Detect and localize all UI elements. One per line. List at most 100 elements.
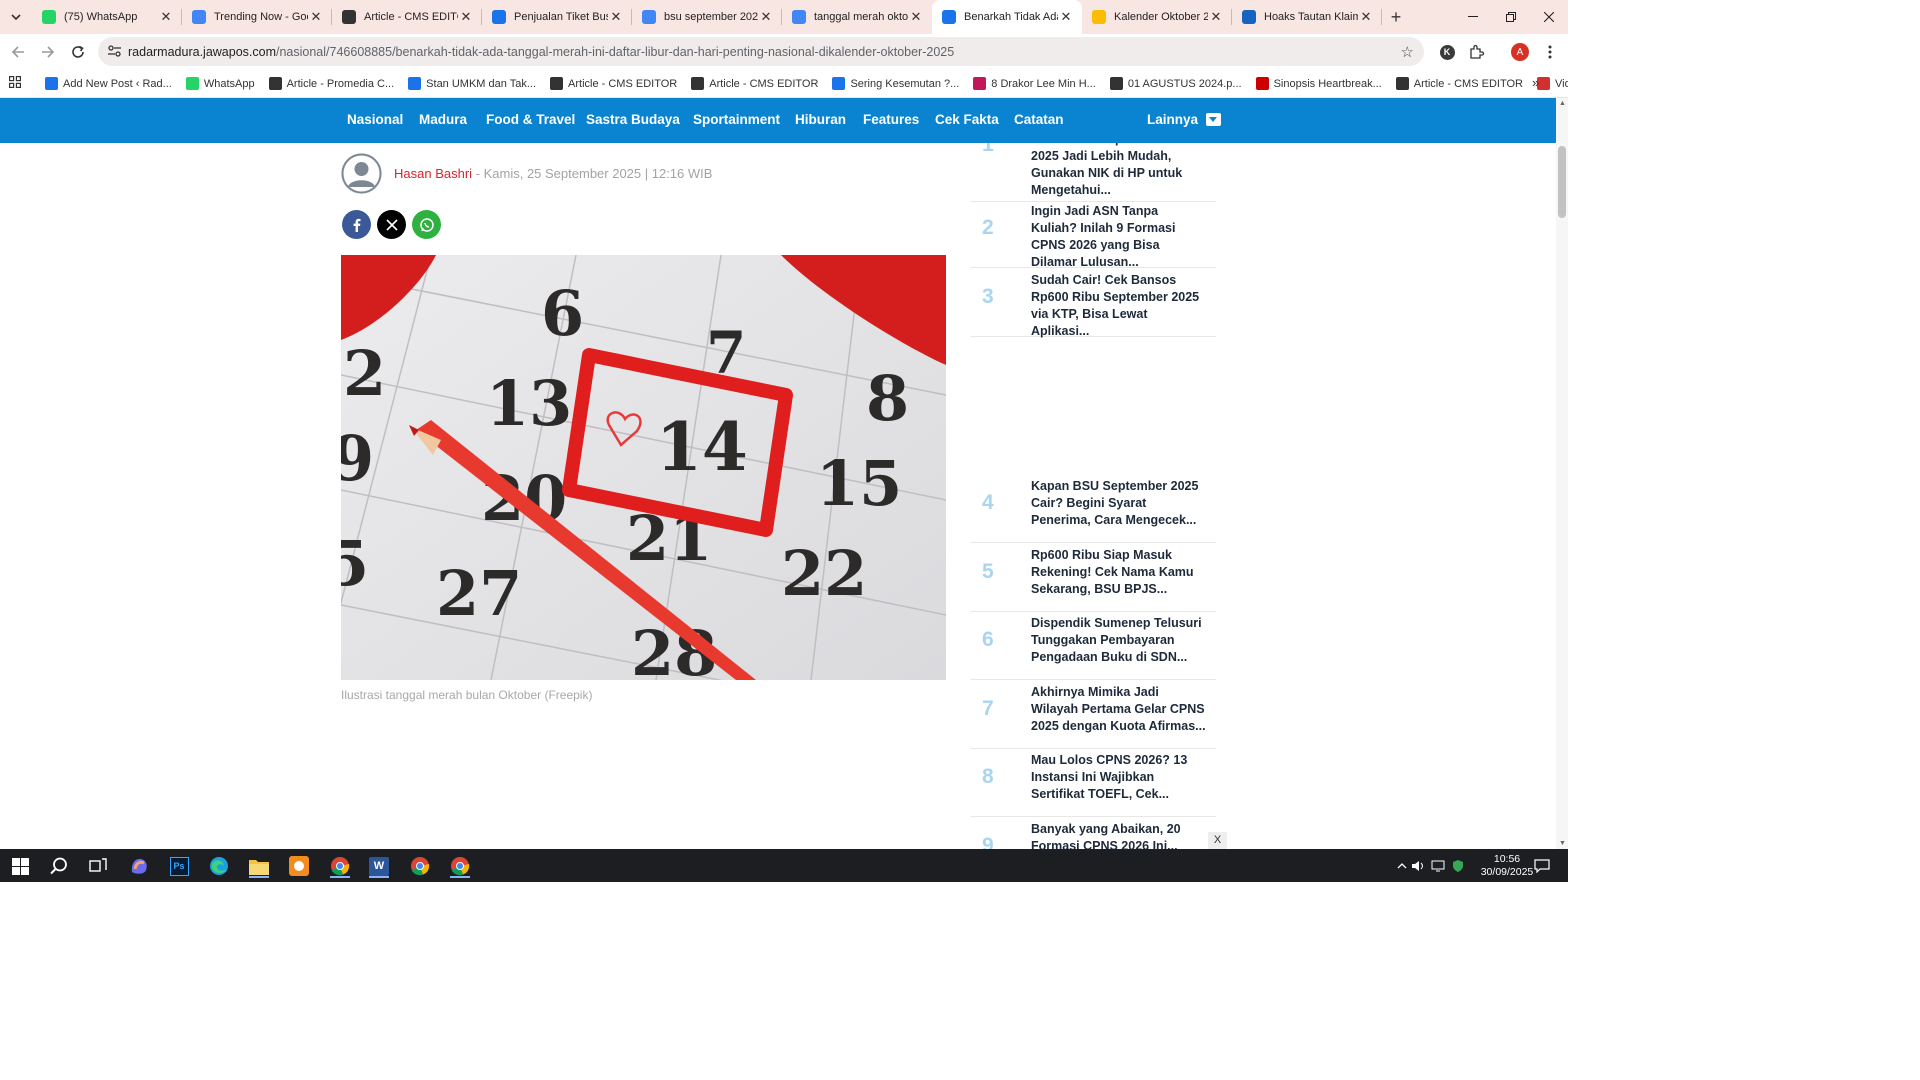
scrollbar-thumb[interactable]: [1558, 146, 1566, 218]
back-icon[interactable]: [3, 37, 33, 67]
close-tab-icon[interactable]: ✕: [158, 9, 174, 25]
photoshop-icon[interactable]: Ps: [167, 854, 191, 878]
popular-headline[interactable]: Banyak yang Abaikan, 20 Formasi CPNS 202…: [1031, 821, 1206, 849]
scroll-down-icon[interactable]: ▼: [1559, 840, 1566, 847]
bookmark-item[interactable]: 8 Drakor Lee Min H...: [973, 77, 1096, 90]
bookmark-item[interactable]: Article - CMS EDITOR: [691, 77, 818, 90]
nav-nasional[interactable]: Nasional: [347, 112, 403, 127]
chrome-icon[interactable]: [408, 854, 432, 878]
system-clock[interactable]: 10:56 30/09/2025: [1480, 853, 1534, 879]
close-tab-icon[interactable]: ✕: [608, 9, 624, 25]
close-tab-icon[interactable]: ✕: [908, 9, 924, 25]
apps-grid-icon[interactable]: [9, 76, 22, 91]
popular-headline[interactable]: Akhirnya Mimika Jadi Wilayah Pertama Gel…: [1031, 684, 1206, 735]
search-icon[interactable]: [47, 854, 71, 878]
bookmark-item[interactable]: Article - Promedia C...: [268, 77, 394, 90]
bookmark-item[interactable]: Add New Post ‹ Rad...: [45, 77, 172, 90]
extensions-puzzle-icon[interactable]: [1463, 34, 1491, 70]
popular-headline[interactable]: Rp600 Ribu Siap Masuk Rekening! Cek Nama…: [1031, 547, 1206, 598]
browser-tab[interactable]: tanggal merah oktob ✕: [782, 0, 932, 34]
bookmark-item[interactable]: Video Viral Erin Bug...: [1536, 77, 1568, 90]
popular-headline[interactable]: Cek Bansos Rp. 600 Ribu 2025 Jadi Lebih …: [1031, 143, 1206, 199]
nav-cek-fakta[interactable]: Cek Fakta: [935, 112, 999, 127]
popular-list-item[interactable]: 1 Cek Bansos Rp. 600 Ribu 2025 Jadi Lebih…: [970, 143, 1216, 202]
minimize-button[interactable]: [1454, 0, 1492, 34]
forward-icon[interactable]: [33, 37, 63, 67]
popular-list-item[interactable]: 6 Dispendik Sumenep Telusuri Tunggakan Pe…: [970, 611, 1216, 680]
bookmark-star-icon[interactable]: ☆: [1401, 43, 1414, 61]
browser-tab[interactable]: bsu september 2025 ✕: [632, 0, 782, 34]
author-name[interactable]: Hasan Bashri: [394, 166, 472, 181]
extension-k-icon[interactable]: K: [1433, 34, 1461, 70]
popular-headline[interactable]: Kapan BSU September 2025 Cair? Begini Sy…: [1031, 478, 1206, 529]
chrome-icon[interactable]: [448, 854, 472, 878]
new-tab-button[interactable]: +: [1382, 7, 1410, 28]
bookmarks-overflow-icon[interactable]: »: [1532, 75, 1539, 90]
close-tab-icon[interactable]: ✕: [458, 9, 474, 25]
bookmark-item[interactable]: Article - CMS EDITOR: [550, 77, 677, 90]
browser-tab[interactable]: Hoaks Tautan Klaim B✕: [1232, 0, 1382, 34]
nav-features[interactable]: Features: [863, 112, 919, 127]
close-ad-button[interactable]: X: [1208, 832, 1227, 849]
reload-icon[interactable]: [63, 37, 93, 67]
close-window-button[interactable]: [1530, 0, 1568, 34]
popular-list-item[interactable]: 2 Ingin Jadi ASN Tanpa Kuliah? Inilah 9 F…: [970, 199, 1216, 271]
tab-search-chevron-icon[interactable]: [5, 6, 27, 28]
task-view-icon[interactable]: [86, 854, 110, 878]
close-tab-icon[interactable]: ✕: [758, 9, 774, 25]
article-hero-image[interactable]: 6 7 2 13 14 8 9 15 20 21 27 22 28 5: [341, 255, 946, 680]
site-info-icon[interactable]: [108, 45, 121, 57]
windows-start-icon[interactable]: [8, 854, 32, 878]
close-tab-icon[interactable]: ✕: [1358, 9, 1374, 25]
nav-catatan[interactable]: Catatan: [1014, 112, 1064, 127]
popular-list-item[interactable]: 7 Akhirnya Mimika Jadi Wilayah Pertama Ge…: [970, 680, 1216, 749]
bookmark-item[interactable]: Article - CMS EDITOR: [1395, 77, 1523, 90]
browser-tab[interactable]: Kalender Oktober 20 ✕: [1082, 0, 1232, 34]
bookmark-item[interactable]: 01 AGUSTUS 2024.p...: [1109, 77, 1242, 90]
close-tab-icon[interactable]: ✕: [1208, 9, 1224, 25]
share-facebook-button[interactable]: [342, 210, 371, 239]
bookmark-item[interactable]: WhatsApp: [185, 77, 255, 90]
word-icon[interactable]: W: [367, 854, 391, 878]
edge-icon[interactable]: [207, 854, 231, 878]
popular-headline[interactable]: Dispendik Sumenep Telusuri Tunggakan Pem…: [1031, 615, 1206, 666]
popular-list-item[interactable]: 3 Sudah Cair! Cek Bansos Rp600 Ribu Septe…: [970, 268, 1216, 340]
address-bar[interactable]: radarmadura.jawapos.com/nasional/7466088…: [98, 37, 1424, 66]
paint-icon[interactable]: [287, 854, 311, 878]
share-whatsapp-button[interactable]: [412, 210, 441, 239]
close-tab-icon[interactable]: ✕: [308, 9, 324, 25]
browser-tab[interactable]: (75) WhatsApp ✕: [32, 0, 182, 34]
popular-headline[interactable]: Ingin Jadi ASN Tanpa Kuliah? Inilah 9 Fo…: [1031, 203, 1206, 271]
nav-sastra-budaya[interactable]: Sastra Budaya: [586, 112, 680, 127]
nav-food-travel[interactable]: Food & Travel: [486, 112, 575, 127]
browser-tab[interactable]: Trending Now - Goog✕: [182, 0, 332, 34]
notification-icon[interactable]: [1530, 854, 1554, 878]
popular-list-item[interactable]: 5 Rp600 Ribu Siap Masuk Rekening! Cek Nam…: [970, 543, 1216, 612]
restore-button[interactable]: [1492, 0, 1530, 34]
security-shield-icon[interactable]: [1446, 854, 1470, 878]
bookmark-item[interactable]: Stan UMKM dan Tak...: [408, 77, 536, 90]
browser-tab[interactable]: Penjualan Tiket Bus d✕: [482, 0, 632, 34]
share-x-button[interactable]: [377, 210, 406, 239]
author-avatar[interactable]: [341, 153, 382, 194]
browser-tab[interactable]: Benarkah Tidak Ada T✕: [932, 0, 1082, 34]
nav-madura[interactable]: Madura: [419, 112, 467, 127]
popular-list-item[interactable]: 8 Mau Lolos CPNS 2026? 13 Instansi Ini Wa…: [970, 748, 1216, 817]
nav-lainnya[interactable]: Lainnya: [1147, 112, 1222, 127]
popular-headline[interactable]: Sudah Cair! Cek Bansos Rp600 Ribu Septem…: [1031, 272, 1206, 340]
copilot-icon[interactable]: [127, 854, 151, 878]
file-explorer-icon[interactable]: [247, 854, 271, 878]
popular-list-item[interactable]: 9 Banyak yang Abaikan, 20 Formasi CPNS 20…: [970, 817, 1216, 849]
bookmark-item[interactable]: Sinopsis Heartbreak...: [1255, 77, 1382, 90]
scroll-up-icon[interactable]: ▲: [1559, 100, 1566, 107]
close-tab-icon[interactable]: ✕: [1058, 9, 1074, 25]
bookmark-item[interactable]: Sering Kesemutan ?...: [832, 77, 959, 90]
popular-list-item[interactable]: 4 Kapan BSU September 2025 Cair? Begini S…: [970, 474, 1216, 543]
popular-headline[interactable]: Mau Lolos CPNS 2026? 13 Instansi Ini Waj…: [1031, 752, 1206, 803]
browser-menu-icon[interactable]: [1536, 34, 1564, 70]
nav-hiburan[interactable]: Hiburan: [795, 112, 846, 127]
page-scrollbar[interactable]: ▲ ▼: [1556, 98, 1568, 849]
profile-avatar[interactable]: A: [1506, 34, 1534, 70]
nav-sportainment[interactable]: Sportainment: [693, 112, 780, 127]
browser-tab[interactable]: Article - CMS EDITOR✕: [332, 0, 482, 34]
